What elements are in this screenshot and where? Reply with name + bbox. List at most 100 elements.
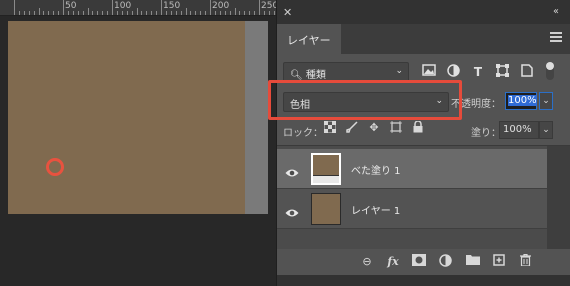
collapse-panel-icon[interactable]: ‹‹ [553,6,559,17]
opacity-value: 100% [508,95,537,106]
ruler-tick [126,11,128,15]
ruler-tick [121,11,123,15]
ruler-tick [43,11,45,15]
ruler-tick [165,11,167,15]
canvas-document[interactable] [8,21,245,214]
fill-input[interactable]: 100% [499,121,539,139]
ruler-tick [156,11,158,15]
layers-list: べた塗り 1 レイヤー 1 [277,145,570,250]
image-filter-icon[interactable] [421,64,437,80]
lock-image-pixels-icon[interactable] [345,121,359,135]
opacity-input[interactable]: 100% [505,92,537,110]
ruler-tick [67,11,69,15]
ruler-tick [48,11,50,15]
fill-label: 塗り： [471,128,501,139]
ruler-tick [33,11,35,15]
panel-footer [277,275,570,286]
ruler-tick [18,11,20,15]
layer-row-layer1[interactable]: レイヤー 1 [277,189,547,229]
layer-thumbnail[interactable] [311,193,341,225]
ruler-tick [229,11,231,15]
ruler-tick [77,11,79,15]
lock-transparent-pixels-icon[interactable] [323,120,337,135]
new-group-icon[interactable] [465,254,481,270]
ruler-tick [107,11,109,15]
ruler-label: 150 [163,1,181,11]
opacity-dropdown-arrow[interactable]: ⌄ [539,92,553,110]
ruler-tick [14,0,15,15]
ruler-tick [170,11,172,15]
ruler-tick [185,8,187,15]
ruler-tick [161,0,162,15]
highlight-annotation-box [268,80,462,120]
panel-menu-icon[interactable] [550,32,562,42]
ruler-tick [136,8,138,15]
eye-icon[interactable] [285,163,299,177]
ruler-tick [38,8,40,15]
ruler-tick [273,11,275,15]
layer-thumbnail[interactable] [311,153,341,185]
layers-bottom-bar: ⊖ fx [277,249,570,275]
fill-dropdown-arrow[interactable]: ⌄ [539,121,553,139]
lock-artboard-icon[interactable] [389,121,403,135]
ruler-tick [87,8,89,15]
ruler-tick [102,11,104,15]
filter-toggle-switch[interactable] [546,62,554,80]
layer-name[interactable]: べた塗り 1 [351,162,401,177]
layer-row-fill[interactable]: べた塗り 1 [277,149,547,189]
smart-object-filter-icon[interactable] [519,64,535,80]
canvas-pasteboard-edge [245,21,268,214]
ruler-label: 100 [114,1,132,11]
tab-strip [341,24,570,54]
ruler-tick [190,11,192,15]
layers-scrollbar[interactable] [547,146,570,250]
ruler-tick [141,11,143,15]
type-filter-icon[interactable]: T [470,64,486,80]
lock-position-icon[interactable]: ✥ [367,121,381,135]
new-adjustment-layer-icon[interactable] [437,254,453,270]
lock-label: ロック： [283,128,323,139]
eye-icon[interactable] [285,203,299,217]
panel-top-bar: ✕ ‹‹ [277,0,570,24]
ruler-tick [249,11,251,15]
ruler-tick [244,11,246,15]
layer-name[interactable]: レイヤー 1 [351,202,400,217]
ruler-tick [146,11,148,15]
ruler-tick [151,11,153,15]
ruler-tick [28,11,30,15]
lock-all-icon[interactable] [411,120,425,135]
chevron-down-icon: ⌄ [395,66,403,76]
shape-filter-icon[interactable] [494,64,510,80]
ruler-label: 200 [212,1,230,11]
layer-filter-select[interactable]: 🔍︎ 種類 ⌄ [283,62,409,82]
tab-layers[interactable]: レイヤー [277,24,341,54]
ruler-tick [58,11,60,15]
new-layer-icon[interactable] [491,254,507,270]
ruler-tick [131,11,133,15]
adjustment-filter-icon[interactable] [445,64,461,80]
link-layers-icon[interactable]: ⊖ [359,254,375,270]
ruler-tick [82,11,84,15]
ruler-tick [23,11,25,15]
ruler-tick [219,11,221,15]
add-mask-icon[interactable] [411,254,427,270]
horizontal-ruler: 50 100 150 200 250 [0,0,276,16]
ruler-tick [112,0,113,15]
delete-layer-icon[interactable] [517,253,533,270]
ruler-tick [214,11,216,15]
canvas-area[interactable] [0,17,276,286]
brush-cursor-icon [46,158,64,176]
fx-icon[interactable]: fx [385,254,401,270]
ruler-label: 50 [65,1,77,11]
close-icon[interactable]: ✕ [283,6,292,19]
ruler-tick [259,0,260,15]
ruler-tick [92,11,94,15]
ruler-tick [210,0,211,15]
ruler-tick [195,11,197,15]
ruler-tick [268,11,270,15]
ruler-tick [175,11,177,15]
ruler-tick [234,8,236,15]
ruler-tick [72,11,74,15]
ruler-tick [239,11,241,15]
ruler-label: 250 [261,1,276,11]
